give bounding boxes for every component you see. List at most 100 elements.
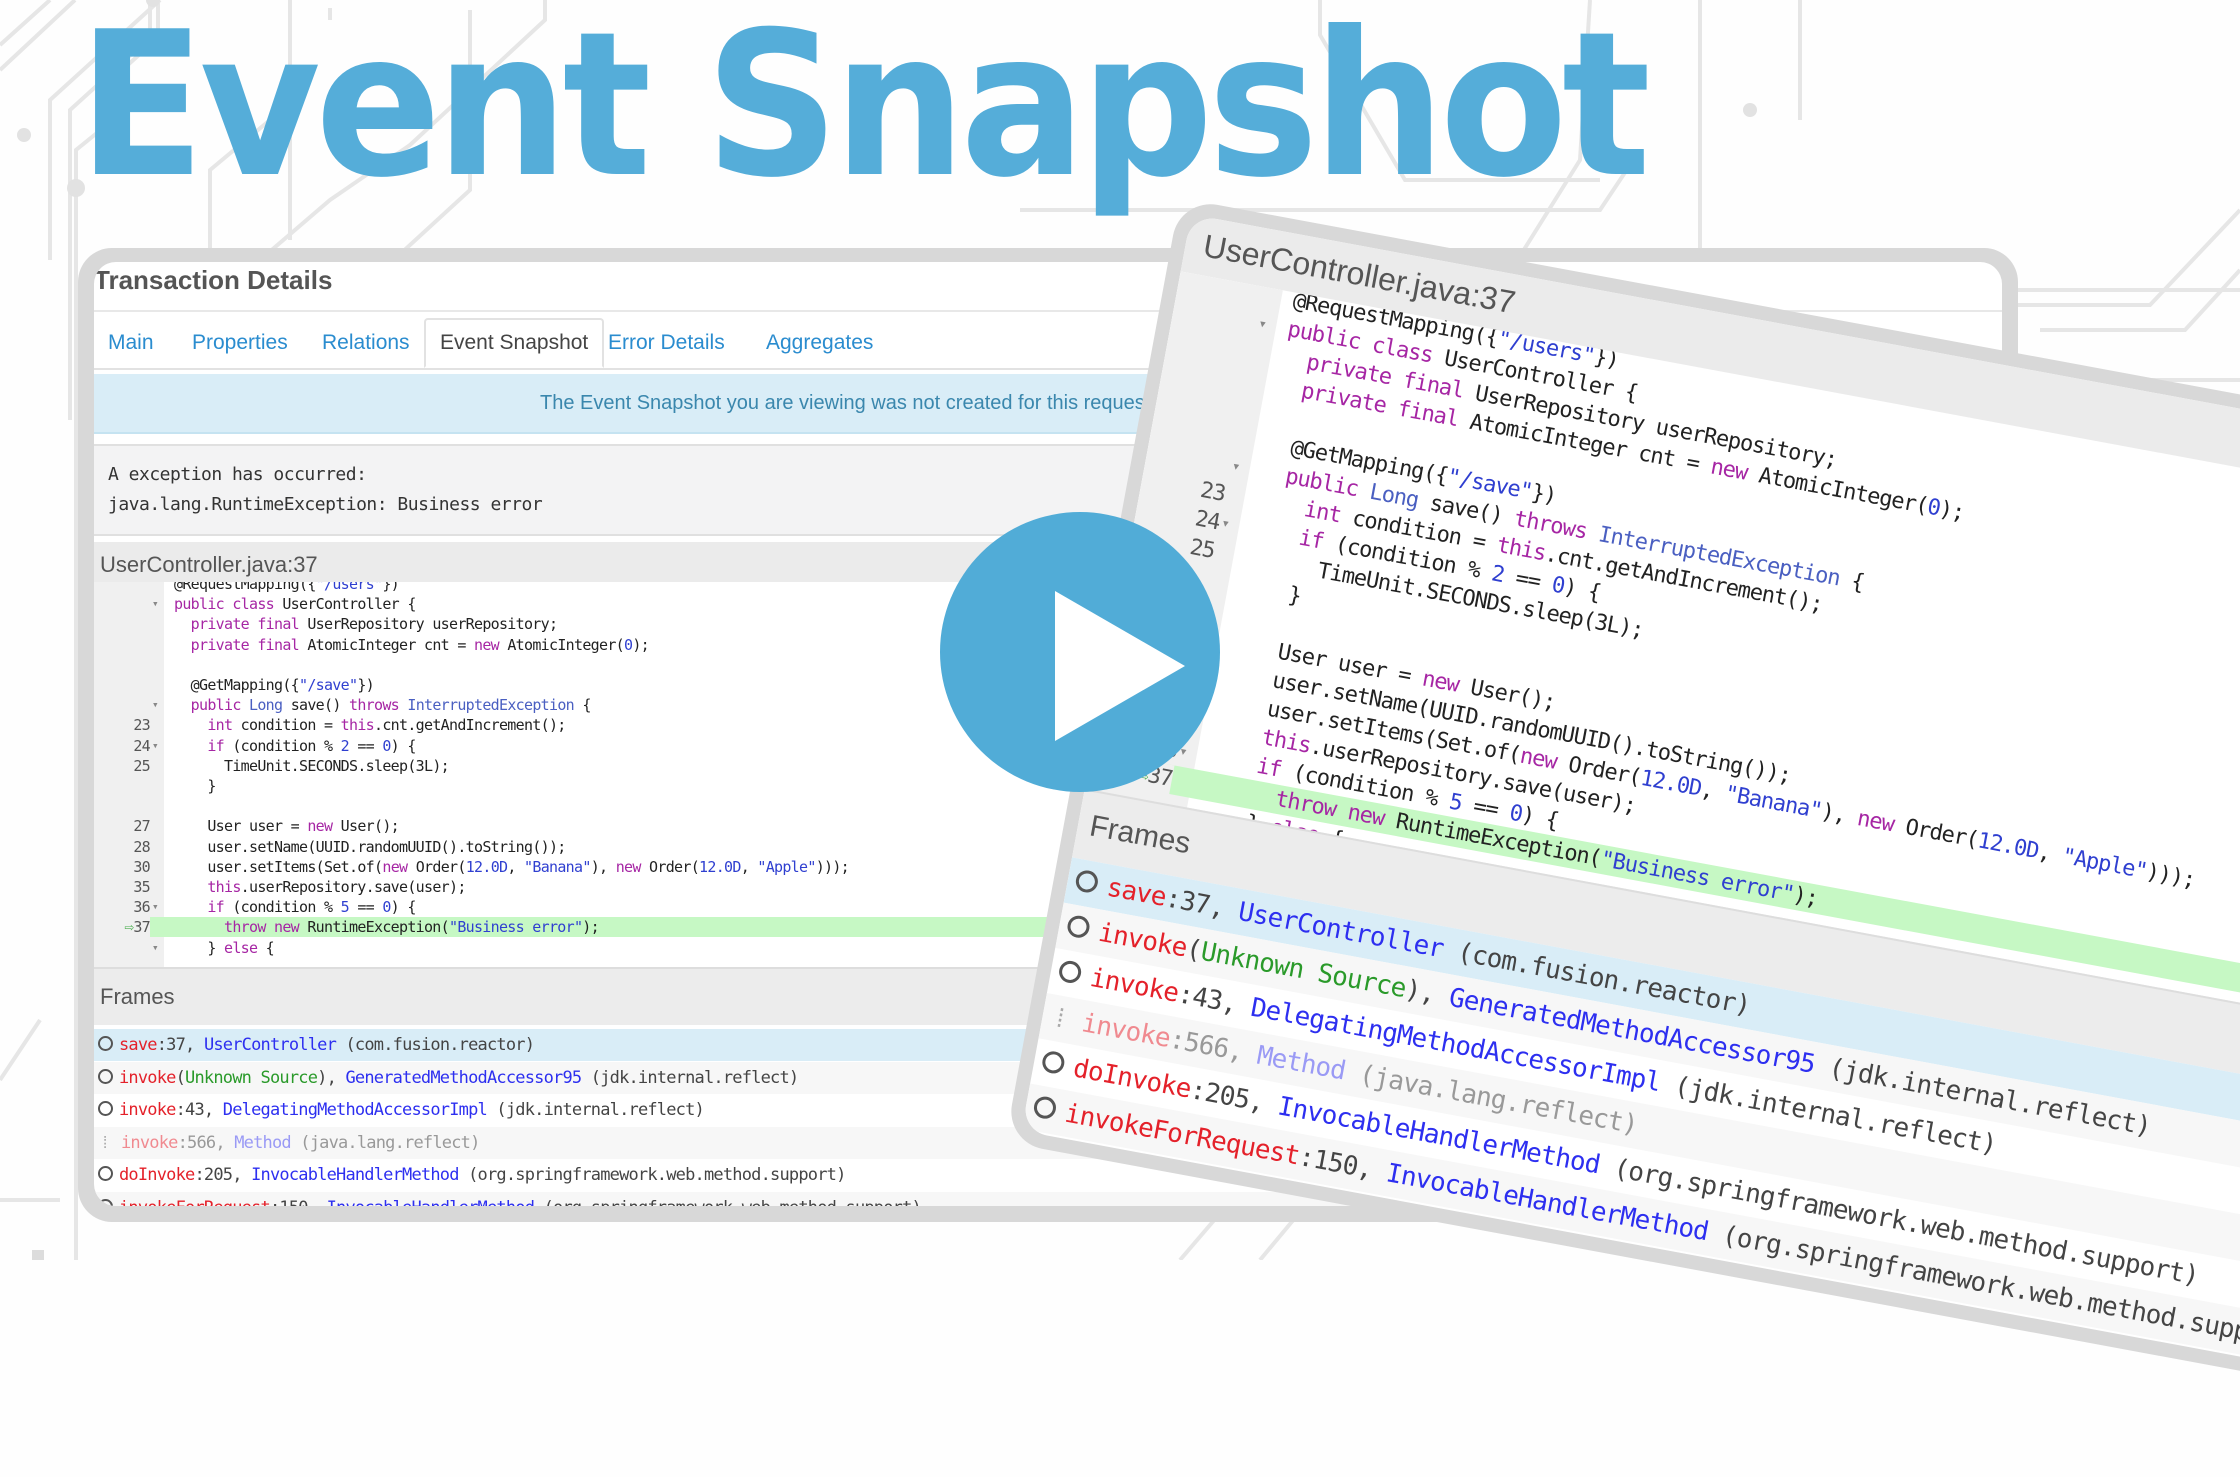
code-token: ({ xyxy=(298,582,316,593)
fold-toggle-icon[interactable]: ▾ xyxy=(1256,310,1269,340)
code-token: ()); xyxy=(532,837,566,856)
line-number: 23 xyxy=(133,716,150,735)
code-token: UserRepository xyxy=(307,615,424,634)
tab-aggregates[interactable]: Aggregates xyxy=(752,320,887,366)
code-token: . xyxy=(240,837,250,856)
keyword: new xyxy=(307,817,333,836)
keyword: new xyxy=(615,857,642,876)
code-token: Order xyxy=(415,857,458,876)
code-token: ( xyxy=(407,756,416,775)
code-token: cnt xyxy=(1636,441,1677,473)
code-text: public class UserController { xyxy=(174,594,416,614)
current-line-arrow-icon: ⇨ xyxy=(124,917,134,937)
frame-class: DelegatingMethodAccessorImpl xyxy=(222,1100,488,1120)
fold-toggle-icon[interactable]: ▾ xyxy=(152,897,159,917)
code-token: Set xyxy=(1433,727,1475,760)
frame-location: :150, xyxy=(1296,1141,1390,1188)
frame-method: invoke xyxy=(1079,1008,1173,1054)
number-literal: 12.0D xyxy=(465,857,508,876)
code-text: } xyxy=(174,776,216,796)
code-token: setName xyxy=(249,837,308,856)
frame-bullet-icon xyxy=(1065,913,1092,940)
code-token: } xyxy=(174,777,216,795)
code-token: . xyxy=(290,756,300,775)
source-file-title: UserController.java:37 xyxy=(100,552,318,577)
code-token: % xyxy=(315,898,341,917)
type-name: Long xyxy=(249,696,283,715)
code-text: int condition = this.cnt.getAndIncrement… xyxy=(174,715,566,735)
code-token: ( xyxy=(307,837,316,856)
string-literal: "Business error" xyxy=(448,918,583,937)
fold-toggle-icon[interactable]: ▾ xyxy=(152,736,159,756)
number-literal: 0 xyxy=(382,736,391,755)
fold-toggle-icon[interactable]: ▾ xyxy=(1229,452,1242,482)
frame-method: invoke xyxy=(1096,917,1190,964)
keyword: new xyxy=(1708,454,1750,486)
code-token: ), xyxy=(590,857,616,876)
fold-toggle-icon[interactable]: ▾ xyxy=(152,695,159,715)
code-token: (). xyxy=(1607,730,1649,762)
keyword: else xyxy=(224,938,258,957)
code-token: cnt xyxy=(1554,543,1596,576)
tab-error-details[interactable]: Error Details xyxy=(594,320,739,366)
keyword: private xyxy=(190,635,250,654)
frame-location: :43, xyxy=(175,1100,223,1120)
fold-toggle-icon[interactable]: ▾ xyxy=(152,594,159,614)
frame-location: ), xyxy=(1402,974,1453,1013)
code-token: save xyxy=(290,696,325,715)
line-number: 36 xyxy=(133,898,150,917)
tab-main[interactable]: Main xyxy=(94,320,168,366)
code-token: = xyxy=(1672,447,1714,480)
code-token: { xyxy=(1610,377,1640,407)
frame-bullet-icon xyxy=(98,1198,113,1206)
code-token: { xyxy=(1837,566,1866,596)
code-text: if (condition % 5 == 0) { xyxy=(174,897,416,917)
code-token: user xyxy=(207,857,241,876)
fold-toggle-icon[interactable]: ▾ xyxy=(152,938,159,958)
code-token: RequestMapping xyxy=(182,582,299,593)
frame-bullet-icon xyxy=(98,1036,113,1051)
tab-event-snapshot[interactable]: Event Snapshot xyxy=(424,318,605,368)
code-token: % xyxy=(1453,554,1495,586)
code-token: . xyxy=(407,716,416,735)
code-token: (); xyxy=(374,817,400,836)
keyword: new xyxy=(474,635,500,654)
code-token: Set xyxy=(324,857,350,876)
line-number: 30 xyxy=(133,857,150,876)
code-token: . xyxy=(240,878,250,896)
code-token: ( xyxy=(440,918,450,937)
frame-class: InvocableHandlerMethod xyxy=(251,1165,459,1185)
tab-relations[interactable]: Relations xyxy=(308,320,424,366)
number-literal: 2 xyxy=(340,736,350,755)
frame-method: doInvoke xyxy=(119,1165,195,1185)
code-token: cnt xyxy=(424,635,450,654)
tab-properties[interactable]: Properties xyxy=(178,320,302,366)
frame-bullet-icon xyxy=(98,1068,113,1084)
keyword: new xyxy=(1345,800,1387,832)
frame-unknown-source: Unknown Source xyxy=(185,1067,318,1088)
frame-bullet-icon xyxy=(1032,1094,1058,1121)
code-token: ), xyxy=(1819,799,1860,831)
frame-location: :566, xyxy=(177,1132,235,1153)
frame-method: invoke xyxy=(1087,962,1181,1009)
play-button[interactable] xyxy=(940,512,1220,792)
code-token: User xyxy=(207,817,241,836)
code-token: condition xyxy=(240,736,317,755)
keyword: new xyxy=(1517,743,1559,775)
code-token: toString xyxy=(465,837,533,856)
code-token: ); xyxy=(1791,882,1820,912)
keyword: new xyxy=(274,918,300,937)
code-token: = xyxy=(449,635,474,654)
code-token: = xyxy=(282,817,308,836)
code-token: RuntimeException xyxy=(307,918,441,937)
code-token: ; xyxy=(548,615,558,634)
code-token: SECONDS xyxy=(299,756,358,775)
code-token: == xyxy=(349,736,383,755)
code-token: user xyxy=(207,837,241,856)
